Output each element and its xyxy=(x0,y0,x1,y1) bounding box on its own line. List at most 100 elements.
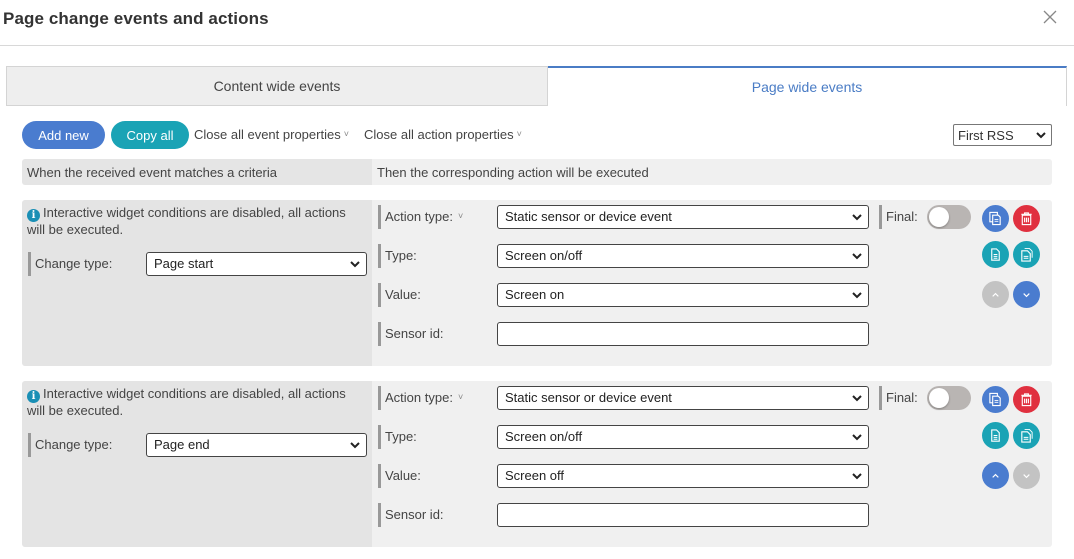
info-text: Interactive widget conditions are disabl… xyxy=(27,205,346,237)
chevron-down-icon xyxy=(1023,293,1030,298)
chevron-down-icon xyxy=(852,473,862,480)
delete-button[interactable] xyxy=(1013,205,1040,232)
change-type-label: Change type: xyxy=(28,252,112,276)
chevron-down-icon: ˅ xyxy=(457,211,464,221)
action-type-value: Static sensor or device event xyxy=(505,390,672,405)
type-select[interactable]: Screen on/off xyxy=(497,425,869,449)
type-label: Type: xyxy=(378,244,417,268)
close-all-event-properties-label: Close all event properties xyxy=(194,127,341,142)
toggle-knob xyxy=(929,207,949,227)
feed-select[interactable]: First RSS xyxy=(953,124,1052,146)
change-type-label: Change type: xyxy=(28,433,112,457)
chevron-down-icon xyxy=(350,261,360,268)
paste-action-button[interactable] xyxy=(1013,241,1040,268)
sensor-id-input[interactable] xyxy=(497,503,869,527)
value-value: Screen on xyxy=(505,287,565,302)
chevron-down-icon xyxy=(852,292,862,299)
dialog-header: Page change events and actions xyxy=(0,0,1074,46)
change-type-select[interactable]: Page end xyxy=(146,433,367,457)
duplicate-button[interactable] xyxy=(982,205,1009,232)
chevron-down-icon: ˅ xyxy=(516,129,522,139)
tab-bar: Content wide events Page wide events xyxy=(6,66,1067,106)
action-type-label[interactable]: Action type: ˅ xyxy=(378,386,463,410)
paste-action-button[interactable] xyxy=(1013,422,1040,449)
value-label: Value: xyxy=(378,464,421,488)
move-down-button[interactable] xyxy=(1013,462,1040,489)
chevron-down-icon xyxy=(1023,474,1030,479)
final-toggle[interactable] xyxy=(927,205,971,229)
close-all-action-properties-label: Close all action properties xyxy=(364,127,514,142)
copy-action-button[interactable] xyxy=(982,422,1009,449)
paste-icon xyxy=(1021,428,1033,443)
tab-page-wide-events[interactable]: Page wide events xyxy=(548,66,1067,106)
move-up-button[interactable] xyxy=(982,462,1009,489)
duplicate-icon xyxy=(989,392,1001,407)
change-type-select[interactable]: Page start xyxy=(146,252,367,276)
duplicate-icon xyxy=(989,211,1001,226)
value-select[interactable]: Screen on xyxy=(497,283,869,307)
action-type-value: Static sensor or device event xyxy=(505,209,672,224)
sensor-id-input[interactable] xyxy=(497,322,869,346)
info-message: i Interactive widget conditions are disab… xyxy=(27,205,367,238)
action-type-label-text: Action type: xyxy=(385,390,453,405)
type-select[interactable]: Screen on/off xyxy=(497,244,869,268)
action-type-label[interactable]: Action type: ˅ xyxy=(378,205,463,229)
type-value: Screen on/off xyxy=(505,248,583,263)
final-label: Final: xyxy=(879,386,918,410)
copy-all-button[interactable]: Copy all xyxy=(111,121,189,149)
value-value: Screen off xyxy=(505,468,565,483)
close-all-action-properties-toggle[interactable]: Close all action properties ˅ xyxy=(364,127,522,142)
chevron-up-icon xyxy=(992,292,999,297)
toggle-knob xyxy=(929,388,949,408)
action-type-select[interactable]: Static sensor or device event xyxy=(497,386,869,410)
chevron-down-icon xyxy=(1036,132,1046,139)
action-panel: Action type: ˅ Static sensor or device ev… xyxy=(372,381,1052,547)
change-type-value: Page end xyxy=(154,437,210,452)
chevron-down-icon xyxy=(852,253,862,260)
feed-select-value: First RSS xyxy=(958,127,1014,143)
event-criteria-panel: i Interactive widget conditions are disab… xyxy=(22,200,372,366)
info-message: i Interactive widget conditions are disab… xyxy=(27,386,367,419)
info-icon: i xyxy=(27,209,40,222)
delete-button[interactable] xyxy=(1013,386,1040,413)
move-down-button[interactable] xyxy=(1013,281,1040,308)
action-panel: Action type: ˅ Static sensor or device ev… xyxy=(372,200,1052,366)
sensor-id-label: Sensor id: xyxy=(378,322,444,346)
event-rule: i Interactive widget conditions are disab… xyxy=(22,200,1052,366)
close-icon[interactable] xyxy=(1040,7,1060,27)
chevron-up-icon xyxy=(992,473,999,478)
info-icon: i xyxy=(27,390,40,403)
change-type-value: Page start xyxy=(154,256,214,271)
event-criteria-panel: i Interactive widget conditions are disab… xyxy=(22,381,372,547)
chevron-down-icon xyxy=(852,395,862,402)
chevron-down-icon: ˅ xyxy=(343,129,349,139)
sensor-id-label: Sensor id: xyxy=(378,503,444,527)
chevron-down-icon: ˅ xyxy=(457,392,464,402)
add-new-button[interactable]: Add new xyxy=(22,121,105,149)
action-type-select[interactable]: Static sensor or device event xyxy=(497,205,869,229)
criteria-column-header: When the received event matches a criter… xyxy=(22,159,372,185)
copy-action-button[interactable] xyxy=(982,241,1009,268)
dialog-title: Page change events and actions xyxy=(3,9,269,28)
trash-icon xyxy=(1021,212,1032,226)
value-label: Value: xyxy=(378,283,421,307)
trash-icon xyxy=(1021,393,1032,407)
info-text: Interactive widget conditions are disabl… xyxy=(27,386,346,418)
action-type-label-text: Action type: xyxy=(385,209,453,224)
duplicate-button[interactable] xyxy=(982,386,1009,413)
chevron-down-icon xyxy=(852,434,862,441)
type-value: Screen on/off xyxy=(505,429,583,444)
toolbar: Add new Copy all Close all event propert… xyxy=(22,121,1052,149)
action-column-header: Then the corresponding action will be ex… xyxy=(372,159,1052,185)
type-label: Type: xyxy=(378,425,417,449)
final-label: Final: xyxy=(879,205,918,229)
event-rule: i Interactive widget conditions are disab… xyxy=(22,381,1052,547)
paste-icon xyxy=(1021,247,1033,262)
value-select[interactable]: Screen off xyxy=(497,464,869,488)
close-all-event-properties-toggle[interactable]: Close all event properties ˅ xyxy=(194,127,349,142)
tab-content-wide-events[interactable]: Content wide events xyxy=(6,66,548,106)
copy-icon xyxy=(991,248,1000,261)
move-up-button[interactable] xyxy=(982,281,1009,308)
chevron-down-icon xyxy=(852,214,862,221)
final-toggle[interactable] xyxy=(927,386,971,410)
